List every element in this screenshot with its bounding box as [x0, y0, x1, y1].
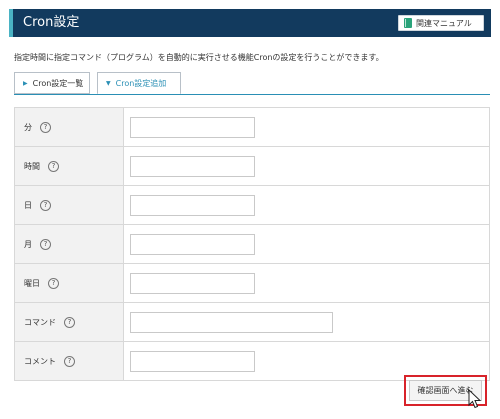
command-label: コマンド: [24, 317, 56, 327]
page-header: Cron設定 関連マニュアル: [9, 9, 491, 37]
header-accent-bar: [9, 9, 13, 37]
form-label-cell: コマンド ?: [15, 303, 124, 341]
triangle-down-icon: ▼: [106, 79, 111, 87]
hour-label: 時間: [24, 161, 40, 171]
form-field-cell: [124, 225, 489, 263]
help-icon[interactable]: ?: [40, 121, 51, 133]
help-icon[interactable]: ?: [48, 277, 59, 289]
form-row-month: 月 ?: [14, 225, 490, 264]
day-label: 日: [24, 200, 32, 210]
form-label-cell: 時間 ?: [15, 147, 124, 185]
form-row-hour: 時間 ?: [14, 147, 490, 186]
book-icon: [404, 18, 412, 28]
page-title: Cron設定: [23, 15, 80, 30]
form-label-cell: 曜日 ?: [15, 264, 124, 302]
comment-label: コメント: [24, 356, 56, 366]
help-icon[interactable]: ?: [40, 199, 51, 211]
cron-form: 分 ? 時間 ? 日 ? 月 ? 曜日 ? コマンド ? コメント ?: [14, 107, 490, 381]
form-row-command: コマンド ?: [14, 303, 490, 342]
help-icon[interactable]: ?: [64, 316, 75, 328]
form-row-minute: 分 ?: [14, 108, 490, 147]
weekday-label: 曜日: [24, 278, 40, 288]
tab-underline: [14, 94, 490, 95]
triangle-right-icon: ▶: [23, 79, 28, 87]
form-field-cell: [124, 186, 489, 224]
related-manual-label: 関連マニュアル: [416, 18, 472, 28]
tab-cron-list[interactable]: ▶ Cron設定一覧: [14, 72, 90, 94]
minute-label: 分: [24, 122, 32, 132]
form-label-cell: 分 ?: [15, 108, 124, 146]
tab-cron-add-label: Cron設定追加: [115, 78, 167, 88]
form-label-cell: 日 ?: [15, 186, 124, 224]
help-icon[interactable]: ?: [40, 238, 51, 250]
form-row-day: 日 ?: [14, 186, 490, 225]
help-icon[interactable]: ?: [48, 160, 59, 172]
day-input[interactable]: [130, 194, 255, 216]
form-row-weekday: 曜日 ?: [14, 264, 490, 303]
tab-cron-add[interactable]: ▼ Cron設定追加: [97, 72, 181, 95]
month-input[interactable]: [130, 233, 255, 255]
hour-input[interactable]: [130, 155, 255, 177]
form-label-cell: コメント ?: [15, 342, 124, 380]
comment-input[interactable]: [130, 350, 255, 372]
form-field-cell: [124, 303, 489, 341]
minute-input[interactable]: [130, 116, 255, 138]
page-description: 指定時間に指定コマンド（プログラム）を自動的に実行させる機能Cronの設定を行う…: [14, 53, 384, 62]
form-field-cell: [124, 147, 489, 185]
month-label: 月: [24, 239, 32, 249]
form-field-cell: [124, 108, 489, 146]
command-input[interactable]: [130, 311, 333, 333]
weekday-input[interactable]: [130, 272, 255, 294]
form-label-cell: 月 ?: [15, 225, 124, 263]
mouse-pointer-icon: [468, 389, 482, 409]
tab-cron-list-label: Cron設定一覧: [32, 78, 84, 88]
related-manual-button[interactable]: 関連マニュアル: [398, 15, 484, 31]
form-field-cell: [124, 264, 489, 302]
help-icon[interactable]: ?: [64, 355, 75, 367]
